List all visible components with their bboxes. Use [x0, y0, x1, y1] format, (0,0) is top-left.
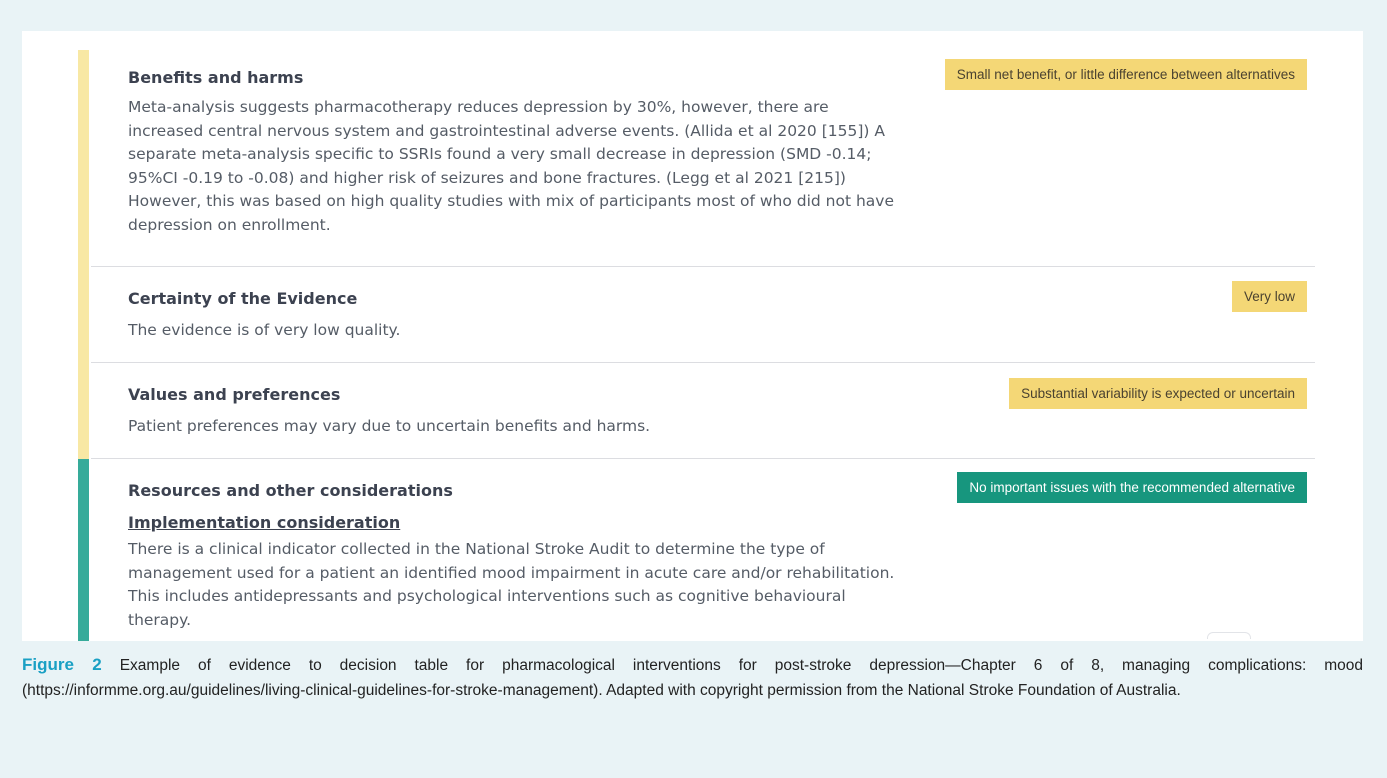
section-title: Benefits and harms — [128, 68, 304, 87]
section-benefits-and-harms: Benefits and harms Small net benefit, or… — [78, 50, 1315, 267]
section-certainty-of-evidence: Certainty of the Evidence Very low The e… — [78, 267, 1315, 363]
section-color-bar — [78, 50, 89, 267]
section-body: The evidence is of very low quality. — [128, 321, 401, 339]
section-color-bar — [78, 459, 89, 641]
section-body: There is a clinical indicator collected … — [128, 540, 895, 629]
rating-badge: No important issues with the recommended… — [957, 472, 1307, 503]
section-resources-and-considerations: Resources and other considerations No im… — [78, 459, 1315, 641]
rating-badge: Substantial variability is expected or u… — [1009, 378, 1307, 409]
implementation-consideration-heading: Implementation consideration — [128, 513, 401, 532]
section-color-bar — [78, 267, 89, 363]
rating-badge: Small net benefit, or little difference … — [944, 59, 1307, 90]
figure-caption: Figure 2 Example of evidence to decision… — [22, 652, 1363, 703]
scroll-handle — [1207, 632, 1251, 639]
rating-badge: Very low — [1231, 281, 1307, 312]
section-title: Resources and other considerations — [128, 481, 453, 500]
figure-caption-text: Example of evidence to decision table fo… — [22, 657, 1363, 699]
section-title: Certainty of the Evidence — [128, 289, 358, 308]
section-body: Patient preferences may vary due to unce… — [128, 417, 651, 435]
section-body: Meta-analysis suggests pharmacotherapy r… — [128, 98, 894, 234]
section-title: Values and preferences — [128, 385, 341, 404]
section-values-and-preferences: Values and preferences Substantial varia… — [78, 363, 1315, 459]
section-color-bar — [78, 363, 89, 459]
figure-label: Figure 2 — [22, 655, 102, 674]
evidence-to-decision-table: Benefits and harms Small net benefit, or… — [22, 31, 1363, 641]
